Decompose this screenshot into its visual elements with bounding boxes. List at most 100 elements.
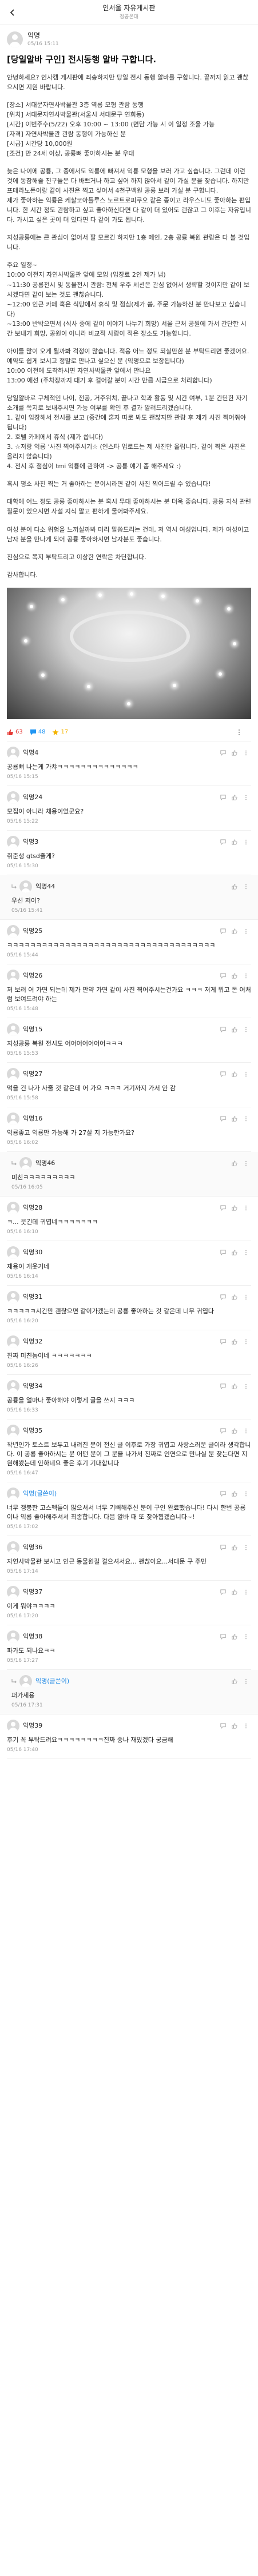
comment-date: 05/16 16:47: [7, 1470, 38, 1476]
avatar: [7, 1541, 19, 1554]
more-options-button[interactable]: [241, 927, 251, 935]
comment-count[interactable]: 48: [30, 728, 45, 737]
like-button[interactable]: [229, 883, 240, 891]
post-paragraph: 감사합니다.: [7, 571, 38, 579]
comment-author: 익명46: [35, 1159, 55, 1167]
more-options-button[interactable]: [241, 749, 251, 757]
like-button[interactable]: [229, 1249, 240, 1257]
more-options-button[interactable]: [241, 1722, 251, 1730]
back-button[interactable]: [6, 6, 19, 19]
comment-text: 너무 갱봉한 고스펙들이 많으셔서 너무 기뻐해주신 분이 구인 완료했습니다!…: [7, 1504, 246, 1521]
more-options-button[interactable]: [241, 793, 251, 801]
like-button[interactable]: [229, 1633, 240, 1641]
reply-button[interactable]: [218, 1722, 228, 1730]
comment-header: 익명34: [7, 1379, 251, 1393]
reply-button[interactable]: [218, 1427, 228, 1435]
like-count[interactable]: 63: [7, 728, 23, 737]
scrap-count[interactable]: 17: [52, 728, 68, 737]
post-photo[interactable]: [7, 587, 251, 719]
reply-button[interactable]: [218, 1293, 228, 1301]
more-options-button[interactable]: [241, 1115, 251, 1123]
like-button[interactable]: [229, 1293, 240, 1301]
like-button[interactable]: [229, 1544, 240, 1552]
more-options-button[interactable]: [241, 1159, 251, 1167]
comment-author: 익명4: [23, 749, 39, 757]
reply-button[interactable]: [218, 1115, 228, 1123]
more-options-button[interactable]: [241, 1544, 251, 1552]
comment-text: 익룡좋고 익룡만 가능해 가 27살 지 가능한가요?: [7, 1129, 134, 1137]
like-button[interactable]: [229, 1070, 240, 1078]
like-button[interactable]: [229, 1588, 240, 1596]
comment-date: 05/16 15:53: [7, 1050, 38, 1056]
comment-author: 익명27: [23, 1070, 43, 1078]
reply-button[interactable]: [218, 927, 228, 935]
like-button[interactable]: [229, 1026, 240, 1034]
reply-button[interactable]: [218, 1249, 228, 1257]
more-options-button[interactable]: [241, 883, 251, 891]
more-options-button[interactable]: [236, 729, 244, 736]
reply-button[interactable]: [218, 1544, 228, 1552]
more-options-button[interactable]: [241, 1338, 251, 1346]
more-options-button[interactable]: [241, 838, 251, 846]
comment-icon: [220, 750, 226, 756]
reply-button[interactable]: [218, 838, 228, 846]
comment-date: 05/16 17:14: [7, 1568, 38, 1574]
thumbs-up-icon: [232, 1383, 237, 1389]
more-options-button[interactable]: [241, 1293, 251, 1301]
more-options-button[interactable]: [241, 1249, 251, 1257]
reply-button[interactable]: [218, 1070, 228, 1078]
like-button[interactable]: [229, 927, 240, 935]
avatar: [7, 1112, 19, 1126]
reply-arrow-icon: [11, 1161, 17, 1166]
comment-author: 익명25: [23, 927, 43, 935]
reply-button[interactable]: [218, 1490, 228, 1498]
like-button[interactable]: [229, 1722, 240, 1730]
more-options-button[interactable]: [241, 1633, 251, 1641]
like-button[interactable]: [229, 1677, 240, 1685]
comment-author: 익명36: [23, 1543, 43, 1551]
comment-text: 공룡을 얼마나 좋아해야 이렇게 글을 쓰지 ㅋㅋㅋ: [7, 1396, 135, 1404]
more-options-button[interactable]: [241, 1677, 251, 1685]
like-button[interactable]: [229, 1204, 240, 1212]
reply-button[interactable]: [218, 749, 228, 757]
more-options-button[interactable]: [241, 1204, 251, 1212]
like-button[interactable]: [229, 1159, 240, 1167]
like-button[interactable]: [229, 1338, 240, 1346]
reply-comment: 익명(글쓴이) 퍼가세용 05/16 17:31: [0, 1669, 258, 1714]
reply-button[interactable]: [218, 793, 228, 801]
more-options-button[interactable]: [241, 1026, 251, 1034]
reply-button[interactable]: [218, 1338, 228, 1346]
like-button[interactable]: [229, 838, 240, 846]
more-options-button[interactable]: [241, 1070, 251, 1078]
reply-button[interactable]: [218, 1026, 228, 1034]
reply-button[interactable]: [218, 1204, 228, 1212]
comment-header: 익명46: [11, 1157, 251, 1170]
like-button[interactable]: [229, 1427, 240, 1435]
more-options-button[interactable]: [241, 1382, 251, 1390]
reply-button[interactable]: [218, 1633, 228, 1641]
comment-icon: [220, 1722, 226, 1729]
more-vert-icon: [245, 1027, 247, 1032]
like-button[interactable]: [229, 749, 240, 757]
comment-author: 익명15: [23, 1026, 43, 1034]
reply-button[interactable]: [218, 1588, 228, 1596]
more-options-button[interactable]: [241, 1427, 251, 1435]
like-button[interactable]: [229, 972, 240, 980]
like-button[interactable]: [229, 1490, 240, 1498]
like-button[interactable]: [229, 1115, 240, 1123]
reply-button[interactable]: [218, 1382, 228, 1390]
like-button[interactable]: [229, 1382, 240, 1390]
more-options-button[interactable]: [241, 972, 251, 980]
comment-header: 익명26: [7, 970, 251, 983]
reply-button[interactable]: [218, 972, 228, 980]
more-options-button[interactable]: [241, 1588, 251, 1596]
comment-author: 익명16: [23, 1115, 43, 1123]
like-button[interactable]: [229, 793, 240, 801]
avatar: [7, 1335, 19, 1348]
more-options-button[interactable]: [241, 1490, 251, 1498]
thumbs-up-icon: [232, 750, 237, 756]
comment-text: 작년인가 토스트 보두고 내려진 분이 전신 글 이후로 가장 귀엽고 사랑스러…: [7, 1441, 251, 1467]
